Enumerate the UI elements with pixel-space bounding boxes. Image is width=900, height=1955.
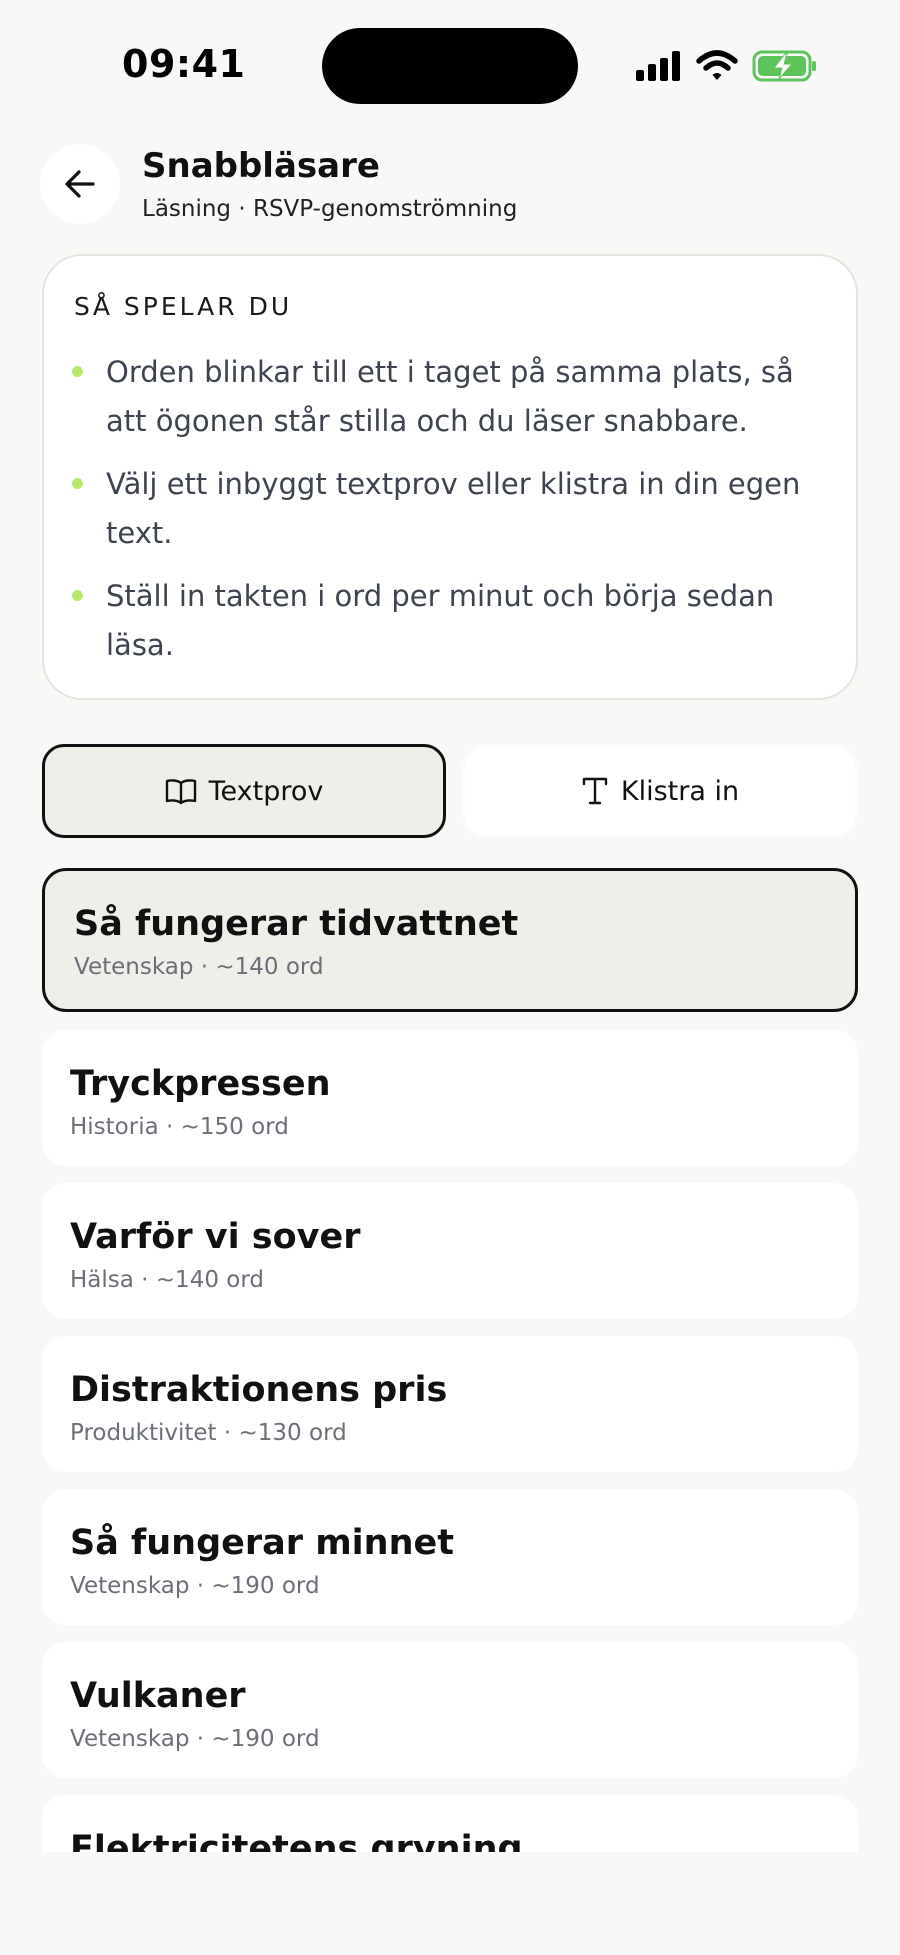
- text-item-title: Så fungerar minnet: [70, 1523, 454, 1563]
- text-item-title: Varför vi sover: [70, 1217, 361, 1257]
- text-item-distraktionens-pris[interactable]: Distraktionens pris Produktivitet · ~130…: [42, 1336, 858, 1472]
- text-item-meta: Hälsa · ~140 ord: [70, 1267, 264, 1293]
- text-item-meta: Vetenskap · ~190 ord: [70, 1726, 320, 1752]
- text-type-icon: [582, 777, 608, 805]
- text-item-title: Vulkaner: [70, 1676, 246, 1716]
- how-to-play-item: Ställ in takten i ord per minut och börj…: [72, 572, 832, 670]
- how-to-play-list: Orden blinkar till ett i taget på samma …: [72, 348, 832, 684]
- status-bar: 09:41: [0, 0, 900, 130]
- how-to-play-text: Orden blinkar till ett i taget på samma …: [106, 355, 794, 438]
- text-item-meta: Vetenskap · ~140 ord: [74, 954, 324, 980]
- how-to-play-text: Välj ett inbyggt textprov eller klistra …: [106, 467, 801, 550]
- scroll-clip-area: [0, 1852, 900, 1955]
- text-item-minnet[interactable]: Så fungerar minnet Vetenskap · ~190 ord: [42, 1489, 858, 1625]
- dynamic-island: [322, 28, 578, 104]
- status-time: 09:41: [122, 42, 246, 86]
- text-item-title: Så fungerar tidvattnet: [74, 904, 519, 944]
- how-to-play-item: Orden blinkar till ett i taget på samma …: [72, 348, 832, 446]
- page-title: Snabbläsare: [142, 146, 380, 186]
- arrow-left-icon: [65, 170, 95, 198]
- battery-charging-icon: [752, 50, 816, 82]
- status-icons: [636, 48, 818, 84]
- tab-samples[interactable]: Textprov: [42, 744, 446, 838]
- screen: 09:41 Snabbläsare Läsning · RSVP-genomst…: [0, 0, 900, 1955]
- bullet-dot: [72, 478, 83, 489]
- text-item-varfor-vi-sover[interactable]: Varför vi sover Hälsa · ~140 ord: [42, 1183, 858, 1319]
- text-item-title: Distraktionens pris: [70, 1370, 448, 1410]
- tab-paste[interactable]: Klistra in: [462, 744, 858, 838]
- tab-paste-label: Klistra in: [620, 775, 740, 807]
- text-item-meta: Historia · ~150 ord: [70, 1114, 289, 1140]
- text-item-tryckpressen[interactable]: Tryckpressen Historia · ~150 ord: [42, 1030, 858, 1166]
- page-subtitle: Läsning · RSVP-genomströmning: [142, 196, 518, 222]
- how-to-play-heading: SÅ SPELAR DU: [74, 292, 293, 321]
- how-to-play-card: SÅ SPELAR DU Orden blinkar till ett i ta…: [42, 254, 858, 700]
- text-item-tidvattnet[interactable]: Så fungerar tidvattnet Vetenskap · ~140 …: [42, 868, 858, 1012]
- bullet-dot: [72, 590, 83, 601]
- text-item-vulkaner[interactable]: Vulkaner Vetenskap · ~190 ord: [42, 1642, 858, 1778]
- how-to-play-text: Ställ in takten i ord per minut och börj…: [106, 579, 775, 662]
- text-item-title: Tryckpressen: [70, 1064, 331, 1104]
- cellular-signal-icon: [636, 51, 680, 81]
- how-to-play-item: Välj ett inbyggt textprov eller klistra …: [72, 460, 832, 558]
- book-open-icon: [165, 779, 196, 805]
- text-item-meta: Vetenskap · ~190 ord: [70, 1573, 320, 1599]
- back-button[interactable]: [40, 144, 120, 224]
- bullet-dot: [72, 366, 83, 377]
- wifi-icon: [696, 50, 738, 80]
- tab-samples-label: Textprov: [208, 775, 324, 807]
- text-item-meta: Produktivitet · ~130 ord: [70, 1420, 347, 1446]
